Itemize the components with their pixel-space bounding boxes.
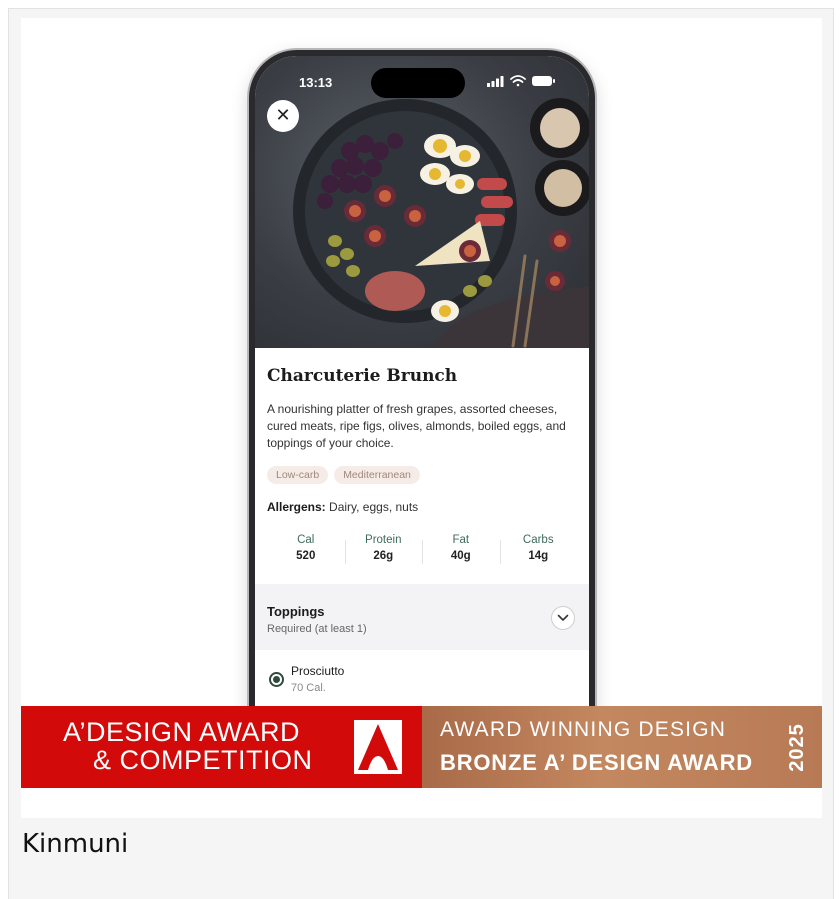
award-line-1: A’DESIGN AWARD <box>63 717 301 747</box>
award-banner: A’DESIGN AWARD & COMPETITION AWARD WINNI… <box>21 706 822 788</box>
nutrition-value: 40g <box>450 550 471 562</box>
nutrition-fat: Fat 40g <box>422 534 500 570</box>
phone-mockup: 13:13 ✕ Charcuterie Brunch A nourishing … <box>249 50 595 770</box>
image-panel: 13:13 ✕ Charcuterie Brunch A nourishing … <box>21 18 822 818</box>
nutrition-label: Carbs <box>522 534 554 546</box>
award-winning-text: AWARD WINNING DESIGN <box>440 718 727 741</box>
dish-description: A nourishing platter of fresh grapes, as… <box>267 402 566 450</box>
nutrition-label: Cal <box>297 534 315 546</box>
dish-photo: 13:13 ✕ <box>255 56 589 348</box>
status-icons <box>487 75 555 87</box>
diet-tags: Low-carb Mediterranean <box>267 466 420 484</box>
allergens-value: Dairy, eggs, nuts <box>329 500 419 514</box>
signal-icon <box>487 76 504 87</box>
bronze-award-text: BRONZE A’ DESIGN AWARD <box>440 750 753 775</box>
wifi-icon <box>510 75 526 87</box>
award-line-2: & COMPETITION <box>93 745 313 775</box>
award-banner-bronze: AWARD WINNING DESIGN BRONZE A’ DESIGN AW… <box>422 706 822 788</box>
toppings-title: Toppings <box>267 604 325 619</box>
food-platter-image <box>293 98 589 348</box>
tag-mediterranean[interactable]: Mediterranean <box>334 466 420 484</box>
award-year: 2025 <box>782 714 812 780</box>
dish-title: Charcuterie Brunch <box>267 366 458 386</box>
nutrition-label: Fat <box>452 534 470 546</box>
nutrition-value: 520 <box>296 550 316 562</box>
nutrition-summary: Cal 520 Protein 26g Fat 40g Carbs 14g <box>267 534 577 570</box>
tag-low-carb[interactable]: Low-carb <box>267 466 329 484</box>
nutrition-protein: Protein 26g <box>344 534 423 570</box>
nutrition-value: 26g <box>373 550 394 562</box>
status-time: 13:13 <box>299 75 333 90</box>
allergens-label: Allergens: <box>267 500 326 514</box>
close-icon: ✕ <box>275 105 291 126</box>
toppings-collapse-button[interactable] <box>551 606 575 630</box>
allergens-line: Allergens: Dairy, eggs, nuts <box>267 500 418 514</box>
nutrition-label: Protein <box>365 534 402 546</box>
phone-screen: 13:13 ✕ Charcuterie Brunch A nourishing … <box>255 56 589 764</box>
topping-option-calories: 70 Cal. <box>291 682 326 694</box>
battery-icon <box>532 76 555 86</box>
design-caption: Kinmuni <box>22 829 129 859</box>
topping-option-prosciutto[interactable]: Prosciutto 70 Cal. <box>267 662 577 708</box>
nutrition-carbs: Carbs 14g <box>499 534 578 570</box>
a-design-logo-icon <box>354 720 402 774</box>
toppings-subtitle: Required (at least 1) <box>267 623 367 635</box>
toppings-section-header[interactable]: Toppings Required (at least 1) <box>255 584 589 650</box>
dynamic-island <box>371 68 465 98</box>
chevron-down-icon <box>557 614 569 621</box>
nutrition-cal: Cal 520 <box>267 534 345 570</box>
nutrition-value: 14g <box>528 550 549 562</box>
award-banner-red: A’DESIGN AWARD & COMPETITION <box>21 706 422 788</box>
radio-selected-icon[interactable] <box>269 672 284 687</box>
award-year-text: 2025 <box>785 722 808 772</box>
close-button[interactable]: ✕ <box>267 100 299 132</box>
topping-option-name: Prosciutto <box>291 664 345 678</box>
